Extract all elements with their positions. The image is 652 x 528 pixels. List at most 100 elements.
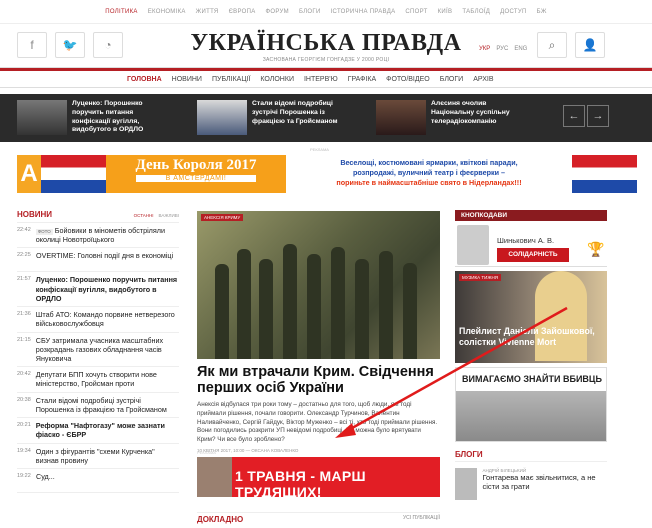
section-link-life[interactable]: ЖИТТЯ xyxy=(196,9,219,15)
top-story[interactable]: Алєсиня очолив Національну суспільну тел… xyxy=(376,100,521,135)
news-header: НОВИНИ ОСТАННІ ВАЖЛИВІ xyxy=(17,210,179,223)
nav-publications[interactable]: ПУБЛІКАЦІЇ xyxy=(212,76,250,83)
next-arrow-icon[interactable]: → xyxy=(587,105,609,127)
section-link-blogs[interactable]: БЛОГИ xyxy=(299,9,321,15)
main-story-meta: 10 КВІТНЯ 2017, 10:00 — ОКСАНА КОВАЛЕНКО xyxy=(197,447,299,453)
top-stories-strip: Луценко: Порошенко поручить питання конф… xyxy=(0,94,652,142)
knopkodavy-widget[interactable]: Шинькович А. В. СОЛІДАРНІСТЬ 🏆 xyxy=(455,221,607,267)
nav-home[interactable]: ГОЛОВНА xyxy=(127,76,162,83)
news-item[interactable]: 22:25 OVERTIME: Головні події дня в еконо… xyxy=(17,248,179,273)
section-link-economy[interactable]: ЕКОНОМІКА xyxy=(148,9,186,15)
search-icon[interactable]: ⌕ xyxy=(537,32,567,58)
news-item[interactable]: 20:21 Реформа "Нафтогазу" може зазнати фі… xyxy=(17,418,179,444)
soldier-figure xyxy=(283,244,297,359)
main-story: АНЕКСІЯ КРИМУ Як ми втрачали Крим. Свідч… xyxy=(197,211,440,453)
nav-blogs[interactable]: БЛОГИ xyxy=(440,76,463,83)
section-link-forum[interactable]: ФОРУМ xyxy=(266,9,289,15)
banner-text: Веселощі, костюмовані ярмарки, квіткові … xyxy=(286,155,572,193)
right-column: КНОПКОДАВИ Шинькович А. В. СОЛІДАРНІСТЬ … xyxy=(455,210,607,500)
news-time: 20:38 xyxy=(17,396,31,403)
news-item[interactable]: 19:22 Суд... xyxy=(17,469,179,493)
banner-title-block: День Короля 2017 В АМСТЕРДАМІ! xyxy=(106,155,286,193)
banner-title: День Короля 2017 xyxy=(135,157,257,173)
news-item[interactable]: 21:57 Луценко: Порошенко поручить питання… xyxy=(17,272,179,308)
user-icon[interactable]: 👤 xyxy=(575,32,605,58)
main-story-photo[interactable]: АНЕКСІЯ КРИМУ xyxy=(197,211,440,359)
nav-photo-video[interactable]: ФОТО/ВІДЕО xyxy=(386,76,430,83)
dutch-flag xyxy=(572,155,637,193)
find-killers-card[interactable]: ВИМАГАЄМО ЗНАЙТИ ВБИВЦЬ xyxy=(455,367,607,442)
section-link-dostup[interactable]: ДОСТУП xyxy=(500,9,526,15)
nav-columns[interactable]: КОЛОНКИ xyxy=(260,76,294,83)
masthead: f 🐦 ◔ УКРАЇНСЬКА ПРАВДА ЗАСНОВАНА ГЕОРГІ… xyxy=(0,24,652,68)
news-time: 22:25 xyxy=(17,252,31,259)
section-link-politics[interactable]: ПОЛІТИКА xyxy=(105,9,137,15)
news-headline: OVERTIME: Головні події дня в економіці xyxy=(36,251,174,261)
section-link-sport[interactable]: СПОРТ xyxy=(405,9,427,15)
nav-graphics[interactable]: ГРАФІКА xyxy=(348,76,376,83)
main-nav: ГОЛОВНА НОВИНИ ПУБЛІКАЦІЇ КОЛОНКИ ІНТЕРВ… xyxy=(0,68,652,88)
news-time: 19:22 xyxy=(17,472,31,479)
soldier-figure xyxy=(215,264,229,359)
news-item[interactable]: 19:34 Один з фігурантів "схеми Курченка" … xyxy=(17,444,179,469)
blog-item[interactable]: АНДРІЙ БІЛЕЦЬКИЙ Гонтарева має звільнити… xyxy=(455,468,607,500)
soldier-figure xyxy=(379,251,393,359)
news-item[interactable]: 20:42 Депутати БПП хочуть створити нове м… xyxy=(17,367,179,393)
music-title: Плейлист Даніели Зайошкової, солістки Vi… xyxy=(459,326,595,347)
all-publications-link[interactable]: УСІ ПУБЛІКАЦІЇ xyxy=(403,515,440,524)
soldier-figure xyxy=(403,263,417,359)
eyes-photo xyxy=(456,391,606,441)
nav-interview[interactable]: ІНТЕРВ'Ю xyxy=(304,76,338,83)
news-time: 20:42 xyxy=(17,371,31,378)
photo-badge: ФОТО xyxy=(35,229,53,235)
top-story[interactable]: Луценко: Порошенко поручить питання конф… xyxy=(17,100,162,135)
dutch-flag xyxy=(41,155,106,193)
lang-rus[interactable]: РУС xyxy=(496,46,508,52)
language-switcher: УКР РУС ENG xyxy=(479,46,527,52)
music-tag: МУЗИКА ТИЖНЯ xyxy=(459,274,501,281)
news-time: 22:42 xyxy=(17,227,31,233)
news-item[interactable]: 21:15 СБУ затримала учасника масштабних р… xyxy=(17,333,179,368)
soldier-figure xyxy=(259,259,273,359)
section-link-tabloid[interactable]: ТАБЛОЇД xyxy=(462,9,490,15)
lang-eng[interactable]: ENG xyxy=(514,46,527,52)
story-title: Луценко: Порошенко поручить питання конф… xyxy=(72,100,144,134)
lang-ukr[interactable]: УКР xyxy=(479,46,490,52)
story-title: Алєсиня очолив Національну суспільну тел… xyxy=(431,100,510,125)
nav-news[interactable]: НОВИНИ xyxy=(172,76,202,83)
news-column: НОВИНИ ОСТАННІ ВАЖЛИВІ 22:42 ФОТО Бойовики… xyxy=(17,210,179,493)
ad-label: РЕКЛАМА xyxy=(197,450,216,455)
banner-logo: А xyxy=(17,155,41,193)
news-item[interactable]: 20:38 Стали відомі подробиці зустрічі Пор… xyxy=(17,393,179,419)
may-day-ad[interactable]: 1 ТРАВНЯ - МАРШ ТРУДЯЩИХ! xyxy=(197,457,440,497)
news-title[interactable]: НОВИНИ xyxy=(17,210,52,219)
knopkodavy-header[interactable]: КНОПКОДАВИ xyxy=(455,210,607,221)
ad-banner[interactable]: А День Короля 2017 В АМСТЕРДАМІ! Веселощ… xyxy=(17,155,637,193)
blogs-title[interactable]: БЛОГИ xyxy=(455,450,607,462)
soldier-figure xyxy=(355,259,369,359)
tab-latest[interactable]: ОСТАННІ xyxy=(134,213,154,218)
section-link-kyiv[interactable]: КИЇВ xyxy=(438,9,453,15)
main-story-title[interactable]: Як ми втрачали Крим. Свідчення перших ос… xyxy=(197,364,440,397)
detailed-title[interactable]: ДОКЛАДНО xyxy=(197,515,243,524)
section-link-bzh[interactable]: БЖ xyxy=(537,9,547,15)
tab-important[interactable]: ВАЖЛИВІ xyxy=(159,213,179,218)
section-link-history[interactable]: ІСТОРИЧНА ПРАВДА xyxy=(331,9,396,15)
music-week-card[interactable]: МУЗИКА ТИЖНЯ Плейлист Даніели Зайошкової… xyxy=(455,271,607,363)
news-item[interactable]: 21:36 Штаб АТО: Командо порвине нетверезо… xyxy=(17,307,179,333)
section-link-europe[interactable]: ЄВРОПА xyxy=(229,9,256,15)
prev-arrow-icon[interactable]: ← xyxy=(563,105,585,127)
story-title: Стали відомі подробиці зустрічі Порошенк… xyxy=(252,100,338,125)
news-item[interactable]: 22:42 ФОТО Бойовики в мінометів обстріляли… xyxy=(17,223,179,249)
trophy-icon: 🏆 xyxy=(587,241,605,257)
nav-archive[interactable]: АРХІВ xyxy=(473,76,493,83)
find-killers-title: ВИМАГАЄМО ЗНАЙТИ ВБИВЦЬ xyxy=(462,374,602,384)
detailed-section-header: ДОКЛАДНО УСІ ПУБЛІКАЦІЇ xyxy=(197,512,440,524)
story-tag[interactable]: АНЕКСІЯ КРИМУ xyxy=(201,214,244,221)
news-headline: Реформа "Нафтогазу" може зазнати фіаско … xyxy=(35,421,165,440)
banner-line: пориньте в наймасштабніше свято в Нідерл… xyxy=(336,178,522,187)
news-headline: Стали відомі подробиці зустрічі Порошенк… xyxy=(35,395,167,414)
news-headline: СБУ затримала учасника масштабних розкра… xyxy=(35,335,164,363)
top-story[interactable]: Стали відомі подробиці зустрічі Порошенк… xyxy=(197,100,342,135)
banner-line: Веселощі, костюмовані ярмарки, квіткові … xyxy=(340,158,518,167)
